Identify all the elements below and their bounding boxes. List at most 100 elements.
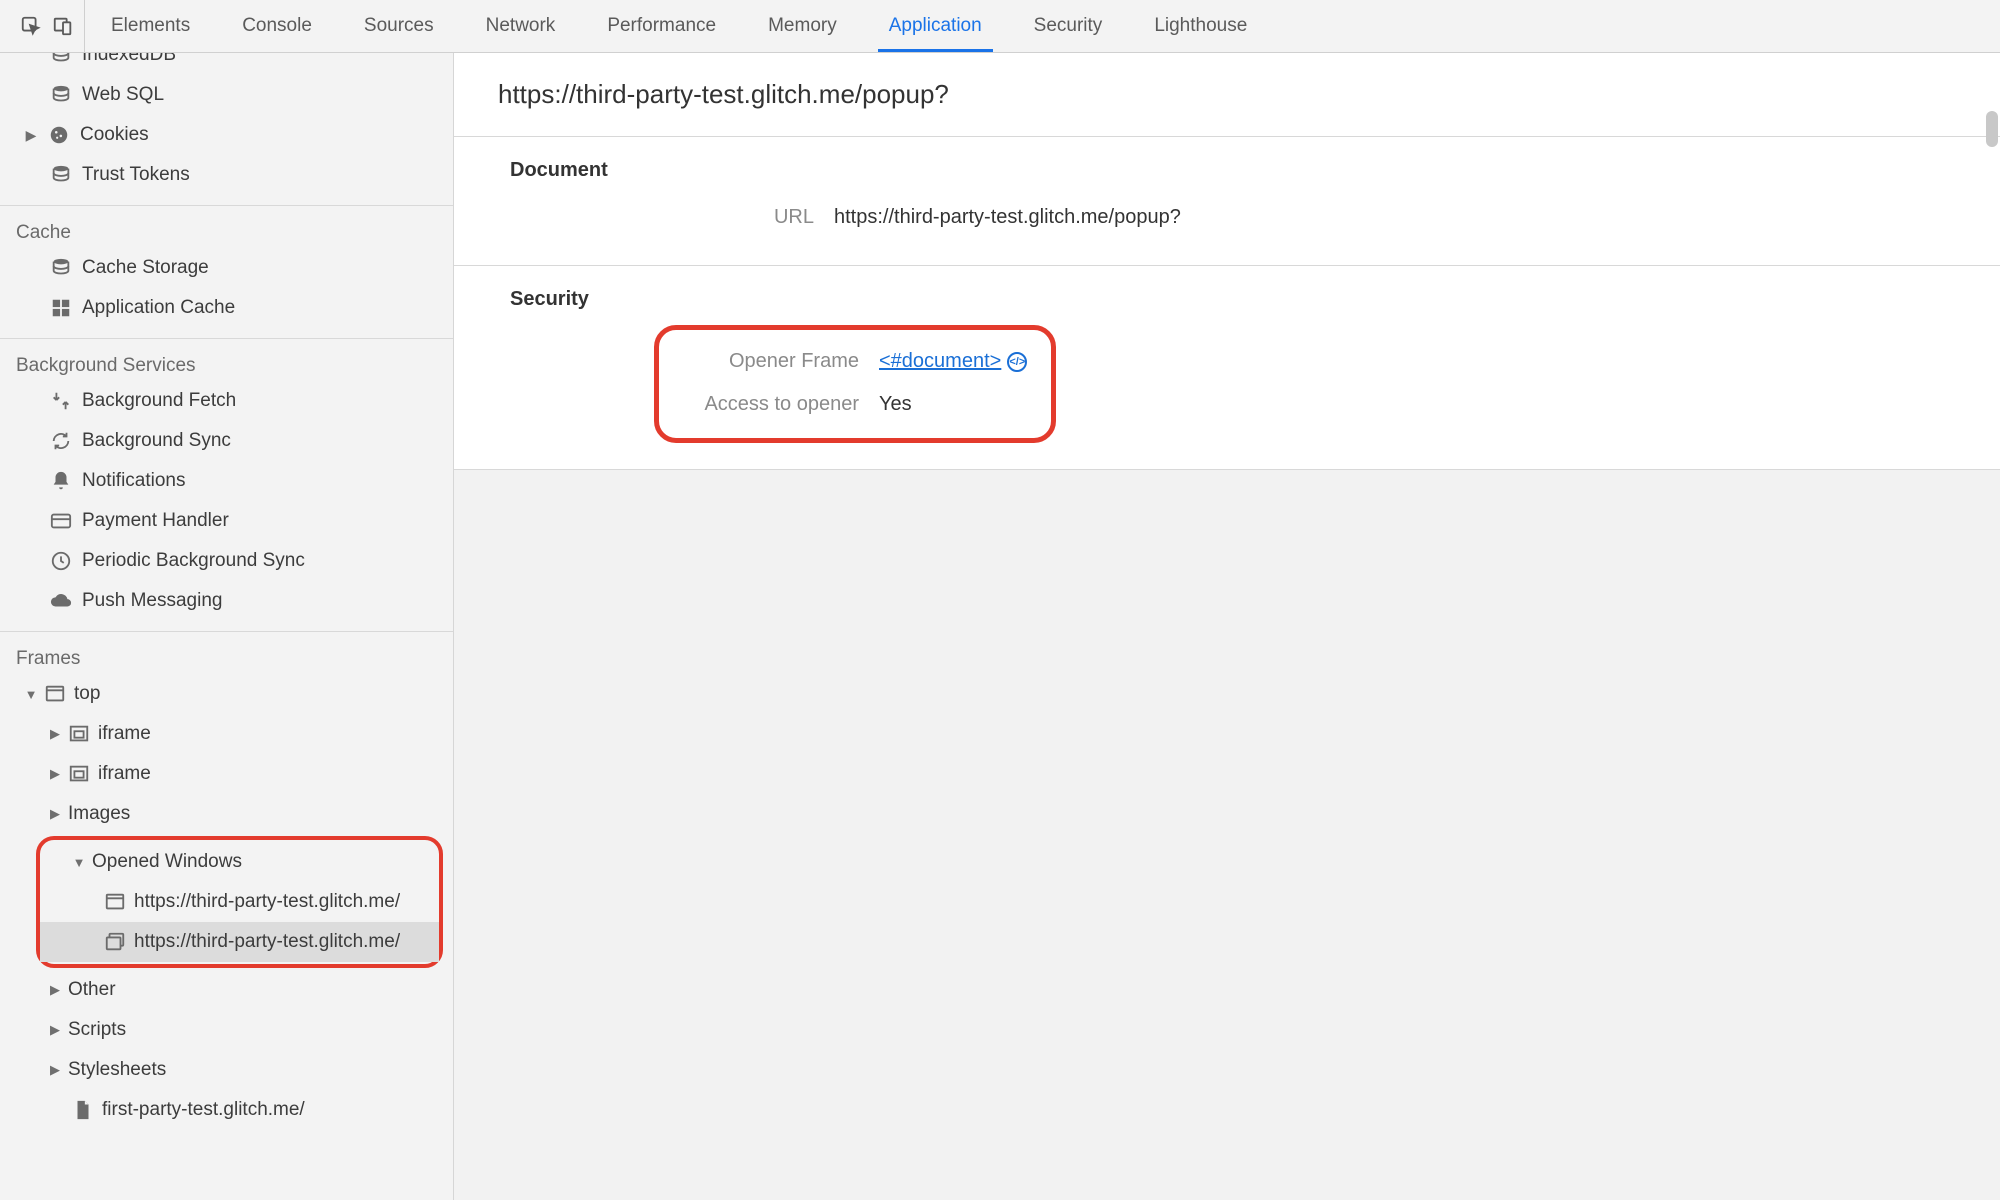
expand-arrow-icon[interactable]: ▶ (48, 982, 62, 998)
tab-performance[interactable]: Performance (581, 0, 742, 52)
windows-icon (104, 931, 126, 953)
frame-label: iframe (98, 763, 151, 785)
frame-label: https://third-party-test.glitch.me/ (134, 931, 400, 953)
sidebar-item-label: Notifications (82, 470, 186, 492)
grid-icon (50, 297, 72, 319)
frame-details-panel: https://third-party-test.glitch.me/popup… (454, 53, 2000, 1200)
iframe-icon (68, 763, 90, 785)
expand-arrow-icon[interactable]: ▶ (48, 1022, 62, 1038)
frame-opened-windows[interactable]: ▼ Opened Windows (40, 842, 439, 882)
security-heading: Security (454, 284, 2000, 325)
frame-label: Other (68, 979, 116, 1001)
tab-console[interactable]: Console (216, 0, 338, 52)
sidebar-item-application-cache[interactable]: Application Cache (0, 288, 453, 328)
device-toggle-icon[interactable] (52, 15, 74, 37)
tabs-list: Elements Console Sources Network Perform… (85, 0, 1273, 52)
url-label: URL (454, 206, 834, 229)
access-to-opener-row: Access to opener Yes (669, 383, 1027, 426)
application-sidebar: IndexedDB Web SQL ▶ Cookies Trust Token (0, 53, 454, 1200)
clock-icon (50, 550, 72, 572)
collapse-arrow-icon[interactable]: ▼ (72, 855, 86, 870)
sidebar-item-label: Payment Handler (82, 510, 229, 532)
frame-iframe-1[interactable]: ▶ iframe (0, 714, 453, 754)
opener-frame-row: Opener Frame <#document> </> (669, 340, 1027, 383)
frame-scripts[interactable]: ▶ Scripts (0, 1010, 453, 1050)
frame-label: Images (68, 803, 130, 825)
frame-top[interactable]: ▼ top (0, 674, 453, 714)
sidebar-item-trust-tokens[interactable]: Trust Tokens (0, 155, 453, 195)
opener-frame-label: Opener Frame (669, 350, 879, 373)
access-label: Access to opener (669, 393, 879, 416)
section-title-frames: Frames (0, 638, 453, 674)
frame-stylesheets[interactable]: ▶ Stylesheets (0, 1050, 453, 1090)
sidebar-item-background-sync[interactable]: Background Sync (0, 421, 453, 461)
window-icon (44, 683, 66, 705)
tab-elements[interactable]: Elements (85, 0, 216, 52)
frame-label: iframe (98, 723, 151, 745)
sidebar-item-label: Web SQL (82, 84, 164, 106)
sidebar-item-label: Periodic Background Sync (82, 550, 305, 572)
security-section: Security Opener Frame <#document> </> Ac… (454, 266, 2000, 470)
opened-window-2[interactable]: https://third-party-test.glitch.me/ (40, 922, 439, 962)
page-title: https://third-party-test.glitch.me/popup… (454, 53, 2000, 137)
sidebar-item-cache-storage[interactable]: Cache Storage (0, 248, 453, 288)
inspect-icon[interactable] (20, 15, 42, 37)
document-heading: Document (454, 155, 2000, 196)
expand-arrow-icon[interactable]: ▶ (48, 726, 62, 742)
devtools-tabs-bar: Elements Console Sources Network Perform… (0, 0, 2000, 53)
sidebar-item-label: Background Sync (82, 430, 231, 452)
expand-arrow-icon[interactable]: ▶ (48, 1062, 62, 1078)
sidebar-item-label: Trust Tokens (82, 164, 190, 186)
sidebar-item-periodic-sync[interactable]: Periodic Background Sync (0, 541, 453, 581)
sidebar-item-websql[interactable]: Web SQL (0, 75, 453, 115)
frame-leaf-stylesheet[interactable]: first-party-test.glitch.me/ (0, 1090, 453, 1130)
scrollbar-thumb[interactable] (1986, 111, 1998, 147)
database-icon (50, 84, 72, 106)
card-icon (50, 510, 72, 532)
sidebar-item-indexeddb[interactable]: IndexedDB (0, 53, 453, 75)
cookie-icon (48, 124, 70, 146)
iframe-icon (68, 723, 90, 745)
collapse-arrow-icon[interactable]: ▼ (24, 687, 38, 702)
opened-window-1[interactable]: https://third-party-test.glitch.me/ (40, 882, 439, 922)
frame-label: first-party-test.glitch.me/ (102, 1099, 305, 1121)
frame-iframe-2[interactable]: ▶ iframe (0, 754, 453, 794)
database-icon (50, 164, 72, 186)
tab-security[interactable]: Security (1008, 0, 1129, 52)
reveal-element-icon[interactable]: </> (1007, 352, 1027, 372)
access-value: Yes (879, 393, 912, 416)
frame-label: Scripts (68, 1019, 126, 1041)
toolbar-icons (10, 0, 85, 52)
tab-lighthouse[interactable]: Lighthouse (1128, 0, 1273, 52)
sidebar-item-background-fetch[interactable]: Background Fetch (0, 381, 453, 421)
sidebar-item-label: Cache Storage (82, 257, 209, 279)
expand-arrow-icon[interactable]: ▶ (48, 806, 62, 822)
section-title-cache: Cache (0, 212, 453, 248)
sync-icon (50, 430, 72, 452)
sidebar-item-cookies[interactable]: ▶ Cookies (0, 115, 453, 155)
frame-label: top (74, 683, 100, 705)
database-icon (50, 257, 72, 279)
highlight-opened-windows: ▼ Opened Windows https://third-party-tes… (36, 836, 443, 968)
tab-network[interactable]: Network (460, 0, 582, 52)
sidebar-item-label: Background Fetch (82, 390, 236, 412)
frame-other[interactable]: ▶ Other (0, 970, 453, 1010)
tab-sources[interactable]: Sources (338, 0, 460, 52)
fetch-icon (50, 390, 72, 412)
opener-frame-link[interactable]: <#document> (879, 350, 1001, 373)
document-section: Document URL https://third-party-test.gl… (454, 137, 2000, 266)
sidebar-item-payment-handler[interactable]: Payment Handler (0, 501, 453, 541)
frame-label: https://third-party-test.glitch.me/ (134, 891, 400, 913)
frame-label: Stylesheets (68, 1059, 166, 1081)
sidebar-item-push-messaging[interactable]: Push Messaging (0, 581, 453, 621)
sidebar-item-label: IndexedDB (82, 53, 176, 66)
frame-label: Opened Windows (92, 851, 242, 873)
expand-arrow-icon[interactable]: ▶ (48, 766, 62, 782)
tab-memory[interactable]: Memory (742, 0, 863, 52)
tab-application[interactable]: Application (863, 0, 1008, 52)
frame-images[interactable]: ▶ Images (0, 794, 453, 834)
sidebar-item-label: Application Cache (82, 297, 235, 319)
window-icon (104, 891, 126, 913)
sidebar-item-notifications[interactable]: Notifications (0, 461, 453, 501)
expand-arrow-icon[interactable]: ▶ (24, 127, 38, 144)
